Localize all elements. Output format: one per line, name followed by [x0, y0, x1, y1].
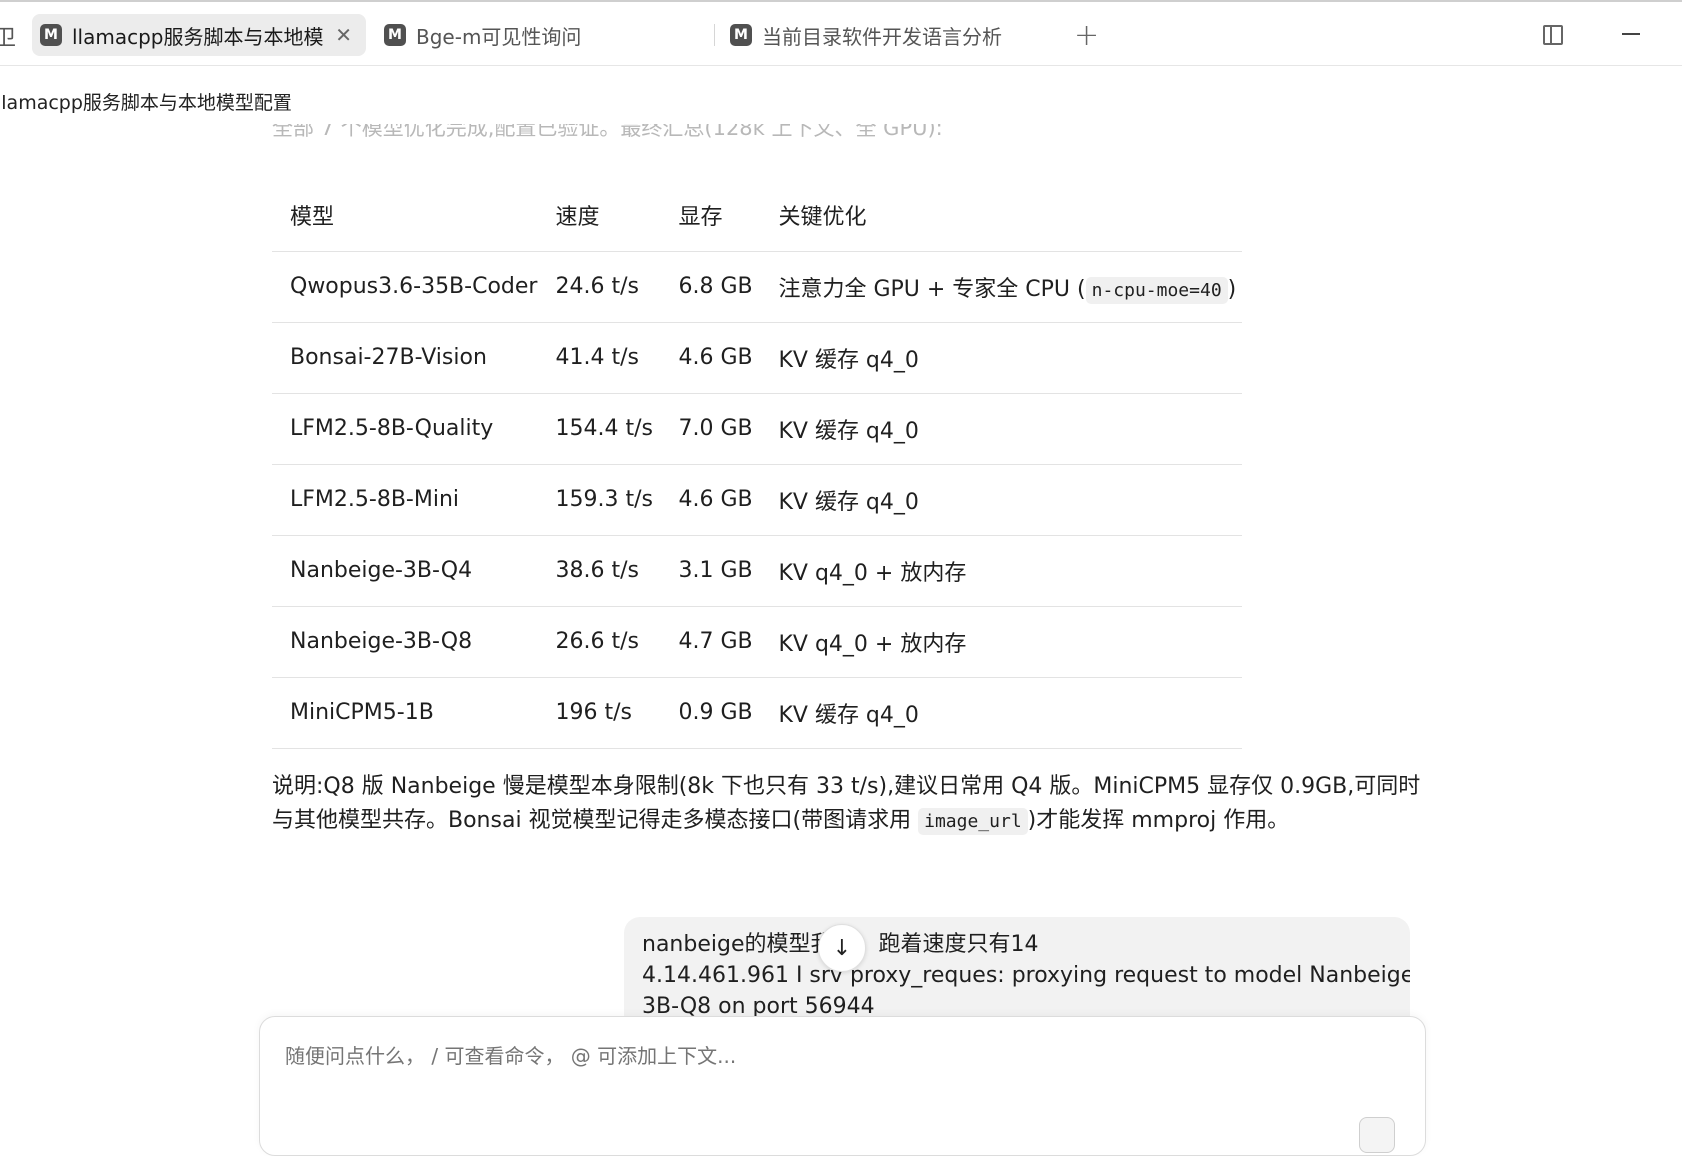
- chat-input[interactable]: [283, 1043, 1383, 1069]
- inline-code: image_url: [918, 808, 1028, 835]
- opt-prefix: 注意力全 GPU + 专家全 CPU (: [778, 276, 1086, 302]
- cell-optimization: KV 缓存 q4_0: [760, 677, 1242, 749]
- cell-speed: 26.6 t/s: [537, 606, 661, 678]
- cell-model: Bonsai-27B-Vision: [272, 322, 538, 394]
- cell-speed: 196 t/s: [537, 677, 661, 749]
- model-m-icon: M: [730, 24, 752, 46]
- table-row: Qwopus3.6-35B-Coder 24.6 t/s 6.8 GB 注意力全…: [272, 251, 1242, 323]
- assistant-note: 说明:Q8 版 Nanbeige 慢是模型本身限制(8k 下也只有 33 t/s…: [272, 770, 1422, 839]
- cell-model: LFM2.5-8B-Quality: [272, 393, 538, 465]
- plus-icon[interactable]: +: [1074, 18, 1099, 53]
- conversation-title: llamacpp服务脚本与本地模型配置: [0, 92, 292, 114]
- cell-vram: 4.6 GB: [660, 322, 761, 394]
- user-message-line: nanbeige的模型我 跑着速度只有14: [642, 929, 1392, 960]
- table-row: LFM2.5-8B-Quality 154.4 t/s 7.0 GB KV 缓存…: [272, 393, 1242, 465]
- tab-bge[interactable]: M Bge-m可见性询问: [378, 14, 678, 56]
- model-m-icon: M: [40, 24, 62, 46]
- clipped-summary-line: 全部 7 个模型优化完成,配置已验证。最终汇总(128k 上下文、全 GPU):: [272, 124, 1072, 150]
- table-row: MiniCPM5-1B 196 t/s 0.9 GB KV 缓存 q4_0: [272, 677, 1242, 749]
- user-text: nanbeige的模型我: [642, 932, 833, 957]
- cell-model: Qwopus3.6-35B-Coder: [272, 251, 538, 323]
- cell-speed: 159.3 t/s: [537, 464, 661, 536]
- header-speed: 速度: [537, 180, 661, 252]
- user-message-bubble: nanbeige的模型我 跑着速度只有14 4.14.461.961 I srv …: [624, 917, 1410, 1017]
- inline-code: n-cpu-moe=40: [1085, 276, 1228, 304]
- header-optimization: 关键优化: [760, 180, 1242, 252]
- model-m-icon: M: [384, 24, 406, 46]
- cell-speed: 154.4 t/s: [537, 393, 661, 465]
- cell-model: MiniCPM5-1B: [272, 677, 538, 749]
- message-composer[interactable]: [259, 1016, 1426, 1156]
- tab-label: 当前目录软件开发语言分析: [762, 24, 1002, 49]
- tab-label: llamacpp服务脚本与本地模型配置: [72, 24, 324, 49]
- cell-model: LFM2.5-8B-Mini: [272, 464, 538, 536]
- tab-bar: 卫 M llamacpp服务脚本与本地模型配置 ✕ M Bge-m可见性询问 M…: [0, 0, 1682, 66]
- arrow-down-icon[interactable]: ↓: [818, 924, 866, 972]
- table-row: Nanbeige-3B-Q4 38.6 t/s 3.1 GB KV q4_0 +…: [272, 535, 1242, 607]
- table-row: LFM2.5-8B-Mini 159.3 t/s 4.6 GB KV 缓存 q4…: [272, 464, 1242, 536]
- cell-optimization: KV 缓存 q4_0: [760, 464, 1242, 536]
- cell-speed: 38.6 t/s: [537, 535, 661, 607]
- cell-vram: 0.9 GB: [660, 677, 761, 749]
- table-row: Nanbeige-3B-Q8 26.6 t/s 4.7 GB KV q4_0 +…: [272, 606, 1242, 678]
- header-vram: 显存: [660, 180, 761, 252]
- cell-speed: 41.4 t/s: [537, 322, 661, 394]
- sidebar-toggle-icon[interactable]: [1543, 25, 1563, 45]
- user-message-line: 4.14.461.961 I srv proxy_reques: proxyin…: [642, 963, 1410, 988]
- close-icon[interactable]: ✕: [335, 23, 352, 47]
- sidebar-edge-icon[interactable]: 卫: [0, 20, 16, 52]
- cell-vram: 3.1 GB: [660, 535, 761, 607]
- cell-vram: 7.0 GB: [660, 393, 761, 465]
- table-row: Bonsai-27B-Vision 41.4 t/s 4.6 GB KV 缓存 …: [272, 322, 1242, 394]
- cell-vram: 4.6 GB: [660, 464, 761, 536]
- send-button[interactable]: [1359, 1117, 1395, 1153]
- cell-model: Nanbeige-3B-Q4: [272, 535, 538, 607]
- tab-label: Bge-m可见性询问: [416, 24, 582, 49]
- cell-optimization: KV q4_0 + 放内存: [760, 535, 1242, 607]
- minimize-icon[interactable]: [1622, 33, 1640, 35]
- user-text: 跑着速度只有14: [878, 932, 1039, 957]
- summary-text: 全部 7 个模型优化完成,配置已验证。最终汇总(128k 上下文、全 GPU):: [272, 124, 943, 140]
- cell-optimization: KV q4_0 + 放内存: [760, 606, 1242, 678]
- cell-vram: 4.7 GB: [660, 606, 761, 678]
- cell-optimization: KV 缓存 q4_0: [760, 322, 1242, 394]
- table-header-row: 模型 速度 显存 关键优化: [272, 180, 1242, 252]
- note-text-2: )才能发挥 mmproj 作用。: [1027, 808, 1290, 833]
- cell-optimization: KV 缓存 q4_0: [760, 393, 1242, 465]
- cell-vram: 6.8 GB: [660, 251, 761, 323]
- model-benchmark-table: 模型 速度 显存 关键优化 Qwopus3.6-35B-Coder 24.6 t…: [272, 180, 1242, 749]
- tab-language-analysis[interactable]: M 当前目录软件开发语言分析: [724, 14, 1044, 56]
- cell-speed: 24.6 t/s: [537, 251, 661, 323]
- user-message-line: 3B-Q8 on port 56944: [642, 994, 875, 1017]
- opt-suffix: ): [1227, 276, 1237, 302]
- tab-divider: [714, 24, 715, 46]
- cell-optimization: 注意力全 GPU + 专家全 CPU (n-cpu-moe=40): [760, 251, 1242, 323]
- cell-model: Nanbeige-3B-Q8: [272, 606, 538, 678]
- header-model: 模型: [272, 180, 538, 252]
- tab-llamacpp[interactable]: M llamacpp服务脚本与本地模型配置 ✕: [32, 14, 366, 56]
